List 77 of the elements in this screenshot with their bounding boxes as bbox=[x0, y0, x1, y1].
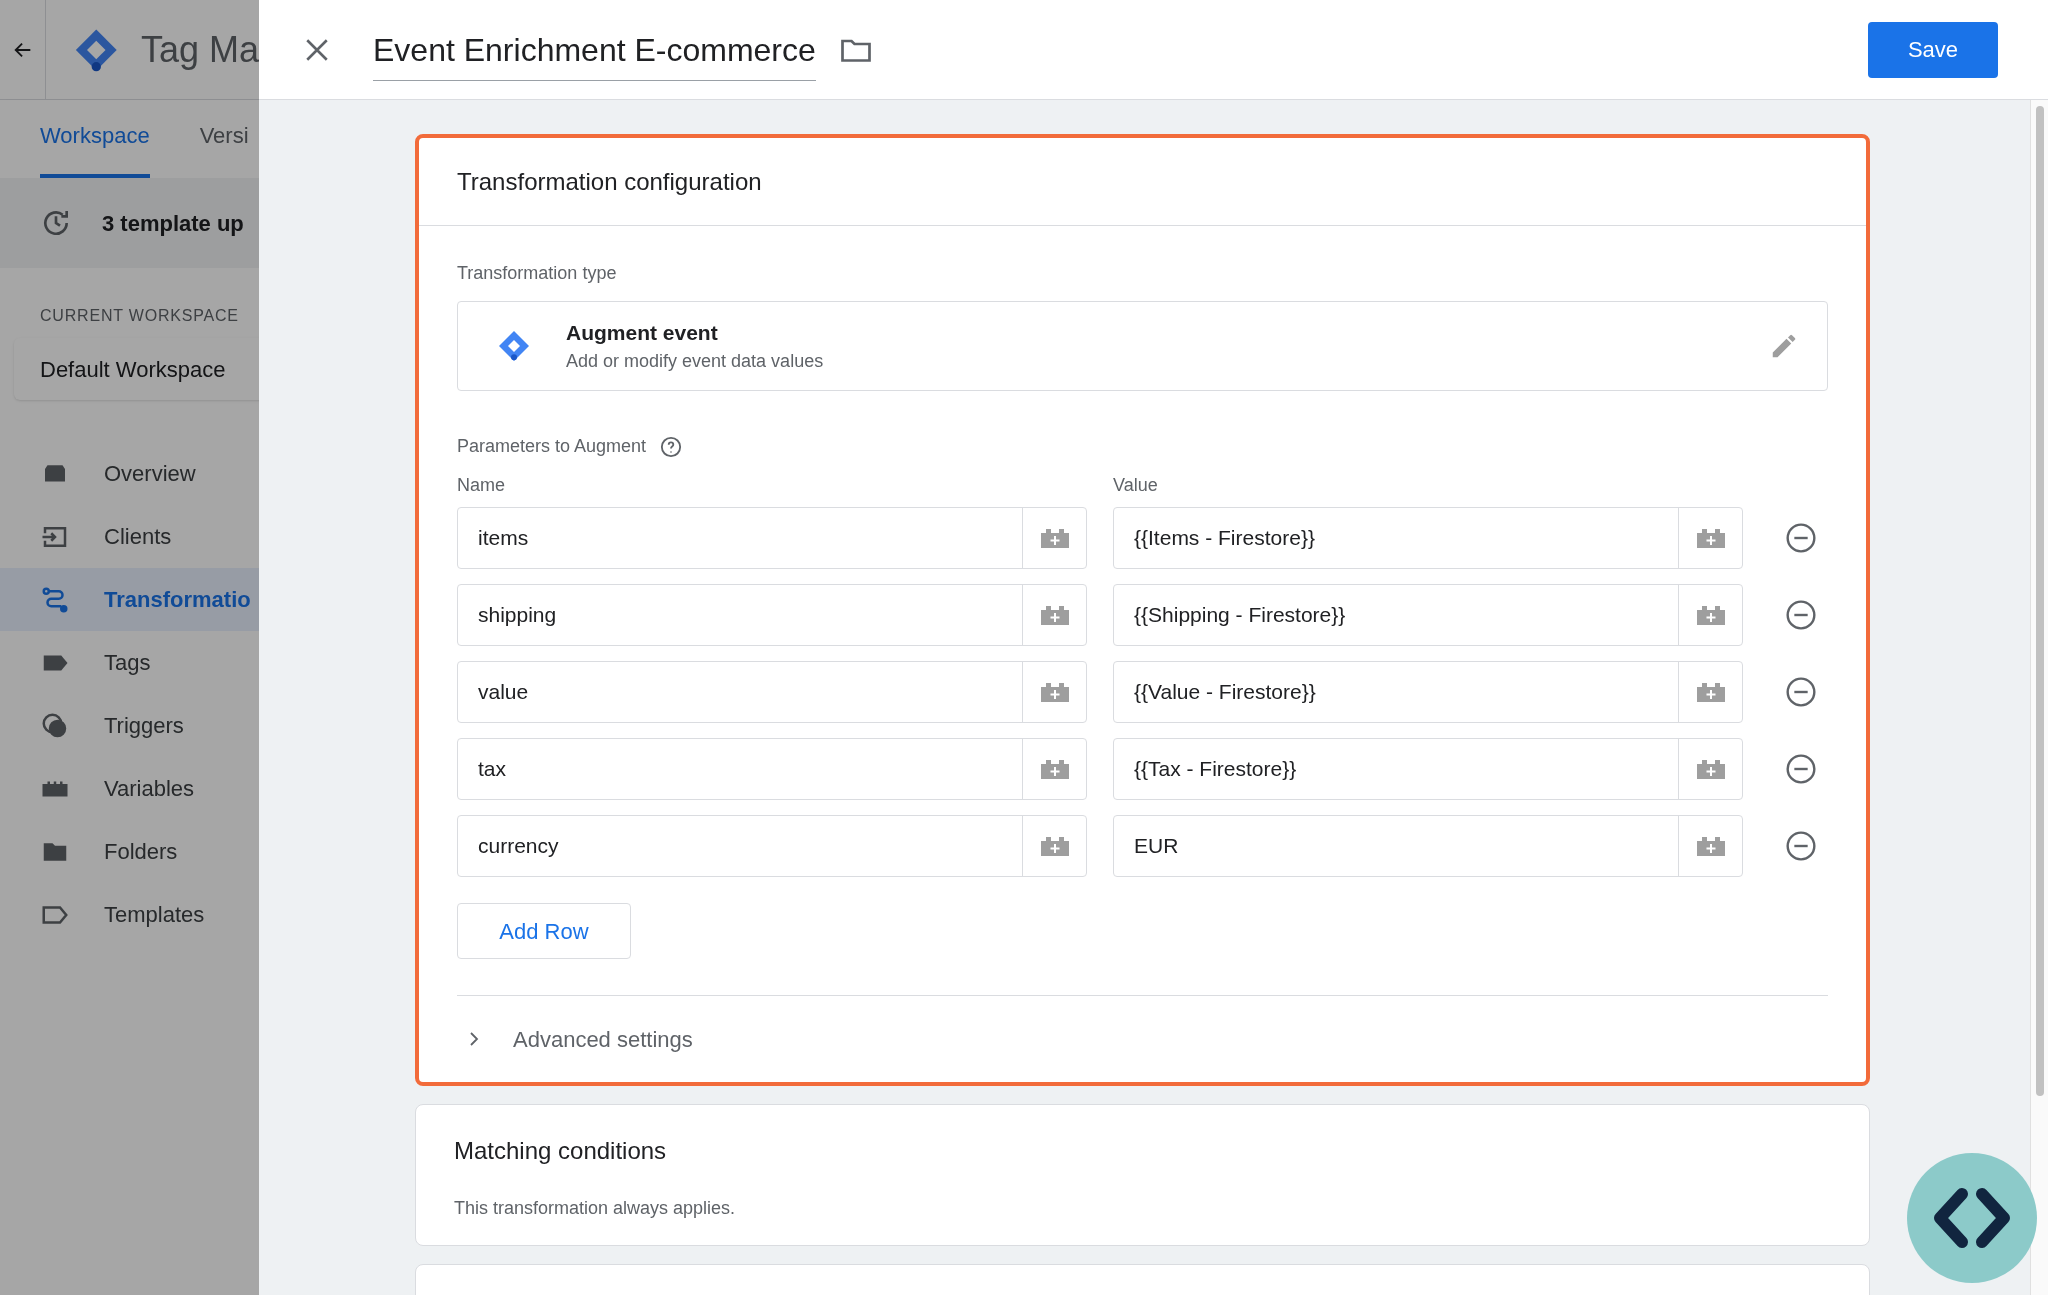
field-label: Parameters to Augment bbox=[457, 435, 647, 458]
help-icon[interactable] bbox=[660, 435, 683, 458]
add-row-button[interactable]: Add Row bbox=[457, 903, 631, 959]
block-plus-icon bbox=[1695, 836, 1726, 856]
sidebar-label: Templates bbox=[104, 901, 205, 929]
field-value: items bbox=[477, 525, 530, 552]
field-value: {{Value - Firestore}} bbox=[1133, 679, 1317, 706]
variable-input[interactable]: {{Shipping - Firestore}} bbox=[1113, 584, 1743, 646]
block-plus-icon bbox=[1695, 682, 1726, 702]
scrollbar[interactable] bbox=[2030, 100, 2048, 1295]
card-title: Matching conditions bbox=[454, 1136, 668, 1166]
section-heading: CURRENT WORKSPACE bbox=[40, 306, 240, 326]
field-value: tax bbox=[477, 756, 507, 783]
block-plus-icon bbox=[1039, 836, 1070, 856]
app-title: Tag Ma bbox=[140, 27, 259, 72]
remove-row-button[interactable] bbox=[1785, 676, 1817, 708]
sidebar-label: Clients bbox=[104, 523, 172, 551]
variable-input[interactable]: EUR bbox=[1113, 815, 1743, 877]
sidebar-item[interactable]: Templates bbox=[0, 883, 259, 946]
card-title: Transformation configuration bbox=[419, 138, 1866, 226]
key-input[interactable]: items bbox=[457, 507, 1087, 569]
sidebar-label: Folders bbox=[104, 838, 178, 866]
remove-row-button[interactable] bbox=[1785, 753, 1817, 785]
block-plus-icon bbox=[1039, 528, 1070, 548]
remove-row-button[interactable] bbox=[1785, 522, 1817, 554]
block-plus-icon bbox=[1039, 682, 1070, 702]
type-name: Augment event bbox=[566, 319, 719, 346]
nav-tab[interactable]: Versi bbox=[199, 119, 249, 178]
column-header: Value bbox=[1113, 474, 1158, 497]
remove-row-button[interactable] bbox=[1785, 830, 1817, 862]
variable-input[interactable]: {{Items - Firestore}} bbox=[1113, 507, 1743, 569]
editor-title[interactable]: Event Enrichment E-commerce bbox=[373, 26, 816, 81]
block-plus-icon bbox=[1695, 759, 1726, 779]
field-label: Transformation type bbox=[457, 262, 618, 285]
save-button[interactable]: Save bbox=[1868, 21, 1998, 78]
notice-text: 3 template up bbox=[102, 209, 244, 238]
field-value: {{Shipping - Firestore}} bbox=[1133, 602, 1347, 629]
sidebar-label: Triggers bbox=[104, 712, 184, 740]
transformation-type-box[interactable]: Augment event Add or modify event data values bbox=[457, 301, 1828, 391]
sidebar-item[interactable]: Clients bbox=[0, 505, 259, 568]
minus-circle-icon bbox=[1785, 599, 1817, 631]
sidebar-label: Transformatio bbox=[104, 586, 251, 614]
column-header: Name bbox=[457, 474, 506, 497]
block-plus-icon bbox=[1039, 759, 1070, 779]
field-value: {{Tax - Firestore}} bbox=[1133, 756, 1298, 783]
sidebar-label: Overview bbox=[104, 460, 196, 488]
key-input[interactable]: tax bbox=[457, 738, 1087, 800]
field-value: currency bbox=[477, 833, 560, 860]
type-description: Add or modify event data values bbox=[566, 350, 824, 374]
sidebar-item[interactable]: Overview bbox=[0, 442, 259, 505]
sidebar-item[interactable]: Tags bbox=[0, 631, 259, 694]
minus-circle-icon bbox=[1785, 676, 1817, 708]
field-value: EUR bbox=[1133, 833, 1180, 860]
block-plus-icon bbox=[1695, 528, 1726, 548]
sidebar-label: Variables bbox=[104, 775, 195, 803]
key-input[interactable]: value bbox=[457, 661, 1087, 723]
minus-circle-icon bbox=[1785, 830, 1817, 862]
card-description: This transformation always applies. bbox=[454, 1197, 737, 1220]
field-value: {{Items - Firestore}} bbox=[1133, 525, 1316, 552]
workspace-selector[interactable]: Default Workspace bbox=[14, 338, 259, 400]
field-value: shipping bbox=[477, 602, 558, 629]
sidebar-item[interactable]: Folders bbox=[0, 820, 259, 883]
variable-input[interactable]: {{Value - Firestore}} bbox=[1113, 661, 1743, 723]
sidebar-item[interactable]: Variables bbox=[0, 757, 259, 820]
key-input[interactable]: shipping bbox=[457, 584, 1087, 646]
minus-circle-icon bbox=[1785, 753, 1817, 785]
minus-circle-icon bbox=[1785, 522, 1817, 554]
block-plus-icon bbox=[1039, 605, 1070, 625]
sidebar-item[interactable]: Triggers bbox=[0, 694, 259, 757]
sidebar-label: Tags bbox=[104, 649, 151, 677]
block-plus-icon bbox=[1695, 605, 1726, 625]
field-value: value bbox=[477, 679, 530, 706]
advanced-settings-toggle[interactable]: Advanced settings bbox=[419, 996, 693, 1082]
variable-input[interactable]: {{Tax - Firestore}} bbox=[1113, 738, 1743, 800]
key-input[interactable]: currency bbox=[457, 815, 1087, 877]
remove-row-button[interactable] bbox=[1785, 599, 1817, 631]
code-brackets-icon bbox=[1932, 1186, 2012, 1250]
